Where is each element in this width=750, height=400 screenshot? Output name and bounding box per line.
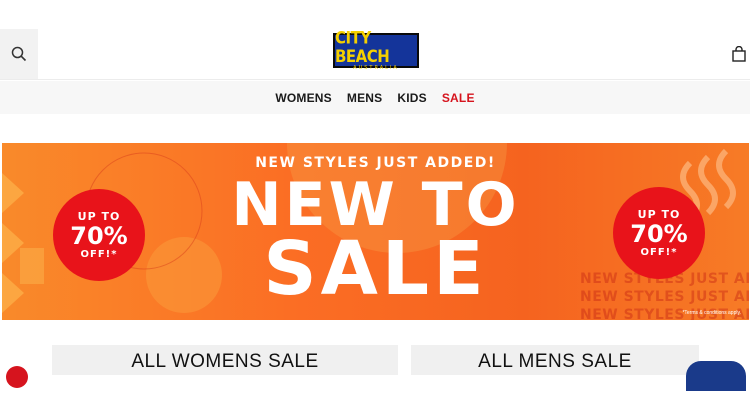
nav-item-kids[interactable]: KIDS bbox=[397, 91, 426, 105]
category-tile-womens[interactable]: ALL WOMENS SALE bbox=[52, 345, 398, 375]
main-nav: WOMENS MENS KIDS SALE bbox=[0, 81, 750, 114]
terms-note: *Terms & conditions apply. bbox=[682, 310, 741, 316]
badge-percent: 70% bbox=[630, 219, 688, 248]
shopping-bag-icon bbox=[732, 46, 746, 62]
badge-up-to: UP TO bbox=[637, 207, 681, 221]
shopping-bag-button[interactable] bbox=[728, 41, 750, 67]
nav-item-sale[interactable]: SALE bbox=[442, 91, 475, 105]
discount-badge-right: UP TO 70% OFF!* bbox=[613, 187, 705, 279]
category-title: ALL MENS SALE bbox=[478, 351, 632, 372]
logo-text: CITY BEACH bbox=[335, 26, 390, 67]
site-logo[interactable]: CITY BEACH AUSTRALIA bbox=[333, 28, 419, 71]
chat-widget-button[interactable] bbox=[686, 361, 746, 391]
search-button[interactable] bbox=[0, 29, 38, 79]
hero-banner[interactable]: NEW STYLES JUST ADDED NEW STYLES JUST AD… bbox=[2, 143, 749, 320]
nav-item-mens[interactable]: MENS bbox=[347, 91, 382, 105]
discount-badge-left: UP TO 70% OFF!* bbox=[53, 189, 145, 281]
nav-item-womens[interactable]: WOMENS bbox=[275, 91, 332, 105]
badge-up-to: UP TO bbox=[77, 209, 121, 223]
search-icon bbox=[11, 46, 27, 62]
badge-percent: 70% bbox=[70, 221, 128, 250]
banner-kicker: NEW STYLES JUST ADDED! bbox=[255, 155, 496, 171]
badge-off: OFF!* bbox=[80, 248, 118, 260]
category-tile-mens[interactable]: ALL MENS SALE bbox=[411, 345, 699, 375]
category-title: ALL WOMENS SALE bbox=[131, 351, 319, 372]
floating-badge[interactable] bbox=[6, 366, 28, 388]
badge-off: OFF!* bbox=[640, 246, 678, 258]
site-header: CITY BEACH AUSTRALIA bbox=[0, 28, 750, 80]
